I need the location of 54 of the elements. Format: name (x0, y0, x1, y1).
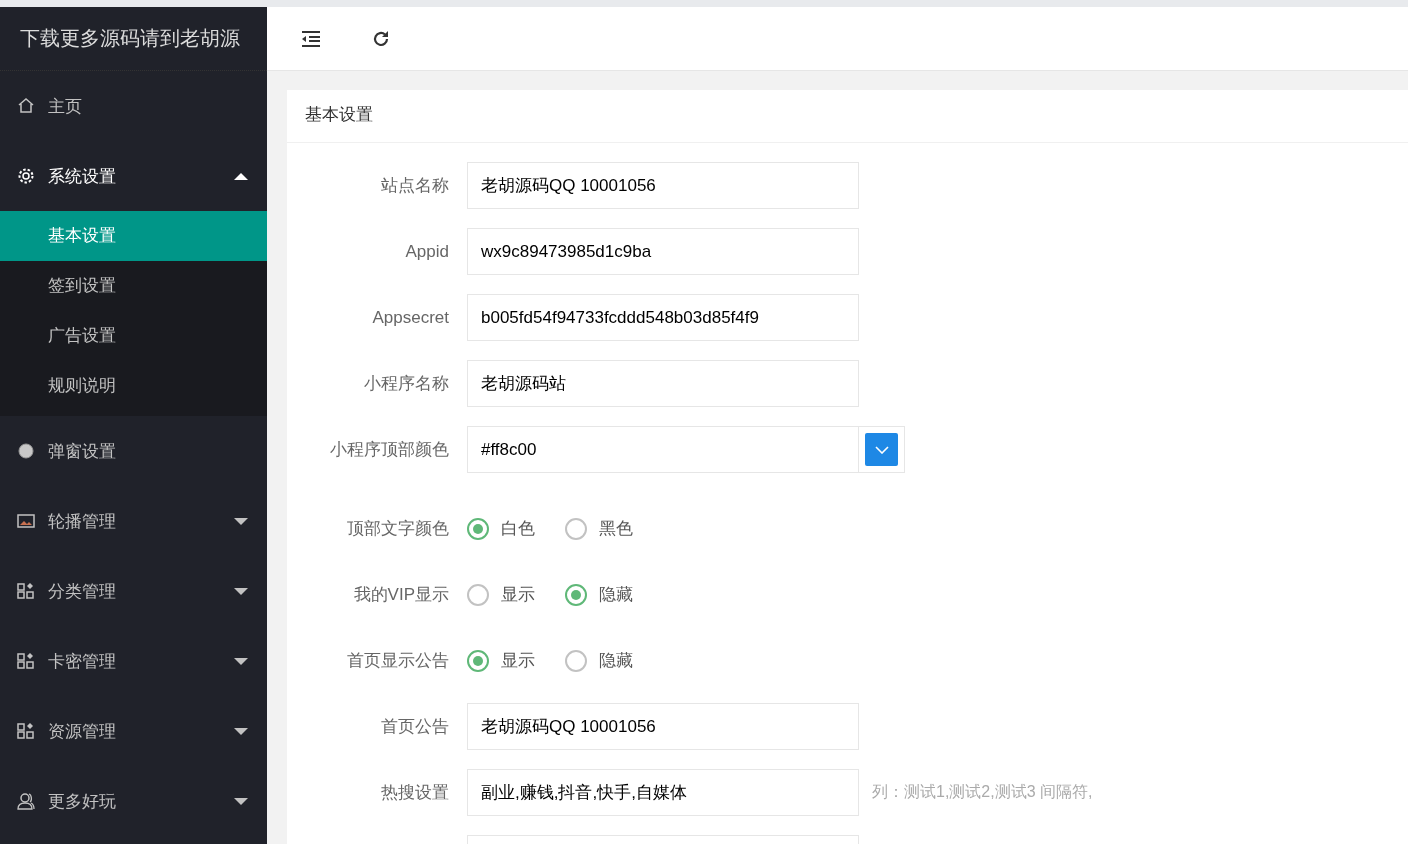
gear-icon (17, 167, 35, 185)
input-field[interactable]: 老胡源码QQ 10001056 (467, 703, 859, 750)
nav-item[interactable]: 系统设置 (0, 141, 267, 211)
picture-icon (17, 512, 35, 530)
nav-item[interactable]: 卡密管理 (0, 626, 267, 696)
home-icon (17, 97, 35, 115)
nav-item[interactable]: 分类管理 (0, 556, 267, 626)
user-icon (17, 792, 35, 810)
chevron-down-icon (874, 445, 889, 454)
nav-item[interactable]: 资源管理 (0, 696, 267, 766)
field-label: 站点名称 (381, 176, 449, 195)
field-label: 首页显示公告 (347, 651, 449, 670)
submenu-item[interactable]: 规则说明 (0, 361, 267, 411)
radio-button[interactable] (467, 649, 489, 672)
card-title: 基本设置 (287, 90, 1408, 143)
radio-option[interactable]: 显示 (467, 649, 535, 672)
nav-item[interactable]: 更多好玩 (0, 766, 267, 836)
grid-icon (17, 722, 35, 740)
hint-text: 列：测试1,测试2,测试3 间隔符, (872, 782, 1093, 802)
radio-button[interactable] (565, 649, 587, 672)
field-label: 小程序名称 (364, 374, 449, 393)
radio-option[interactable]: 隐藏 (565, 583, 633, 606)
radio-button[interactable] (467, 583, 489, 606)
field-label: Appid (405, 241, 449, 261)
menu-icon (301, 29, 321, 48)
radio-button[interactable] (565, 583, 587, 606)
radio-option[interactable]: 白色 (467, 517, 535, 540)
radio-option[interactable]: 黑色 (565, 517, 633, 540)
input-field[interactable]: b005fd54f94733fcddd548b03d85f4f9 (467, 294, 859, 341)
color-input-field[interactable]: #ff8c00 (467, 426, 859, 473)
submenu-item[interactable]: 广告设置 (0, 311, 267, 361)
submenu-item[interactable]: 基本设置 (0, 211, 267, 261)
nav-item[interactable]: 弹窗设置 (0, 416, 267, 486)
grid-icon (17, 582, 35, 600)
circle-icon (17, 442, 35, 460)
radio-option[interactable]: 显示 (467, 583, 535, 606)
input-field[interactable]: 老胡源码QQ 10001056 (467, 162, 859, 209)
input-field[interactable]: 老胡源码站 (467, 360, 859, 407)
field-label: 热搜设置 (381, 783, 449, 802)
radio-button[interactable] (467, 517, 489, 540)
field-label: 小程序顶部颜色 (330, 440, 449, 459)
radio-button[interactable] (565, 517, 587, 540)
field-label: 我的VIP显示 (353, 585, 449, 604)
radio-option[interactable]: 隐藏 (565, 649, 633, 672)
input-field[interactable]: 副业,赚钱,抖音,快手,自媒体 (467, 769, 859, 816)
field-label: Appsecret (372, 307, 449, 327)
field-label: 顶部文字颜色 (347, 519, 449, 538)
color-picker-button[interactable] (859, 426, 905, 473)
field-label: 首页公告 (381, 717, 449, 736)
input-field[interactable]: wx9c89473985d1c9ba (467, 228, 859, 275)
nav-item[interactable]: 轮播管理 (0, 486, 267, 556)
grid-icon (17, 652, 35, 670)
submenu-item[interactable]: 签到设置 (0, 261, 267, 311)
nav-item[interactable]: 主页 (0, 71, 267, 141)
